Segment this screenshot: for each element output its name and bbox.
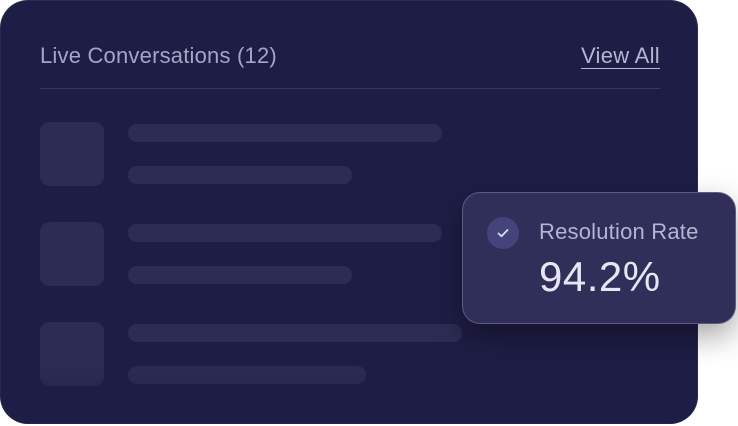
text-line-placeholder: [128, 166, 352, 184]
text-line-placeholder: [128, 266, 352, 284]
avatar-placeholder: [40, 322, 104, 386]
header-divider: [40, 88, 660, 89]
metric-value: 94.2%: [539, 253, 661, 300]
text-line-placeholder: [128, 124, 442, 142]
card-header: Live Conversations (12) View All: [40, 40, 660, 72]
conversation-row-skeleton: [40, 322, 660, 386]
stage: Live Conversations (12) View All Resolut: [0, 0, 738, 426]
avatar-placeholder: [40, 222, 104, 286]
avatar-placeholder: [40, 122, 104, 186]
text-line-placeholder: [128, 224, 442, 242]
resolution-rate-card: Resolution Rate 94.2%: [462, 192, 736, 324]
view-all-link[interactable]: View All: [581, 43, 660, 69]
text-line-placeholder: [128, 324, 462, 342]
card-title: Live Conversations (12): [40, 43, 277, 68]
metric-label: Resolution Rate: [539, 219, 699, 244]
text-line-placeholder: [128, 366, 366, 384]
conversation-row-skeleton: [40, 122, 660, 186]
check-icon: [487, 217, 519, 249]
